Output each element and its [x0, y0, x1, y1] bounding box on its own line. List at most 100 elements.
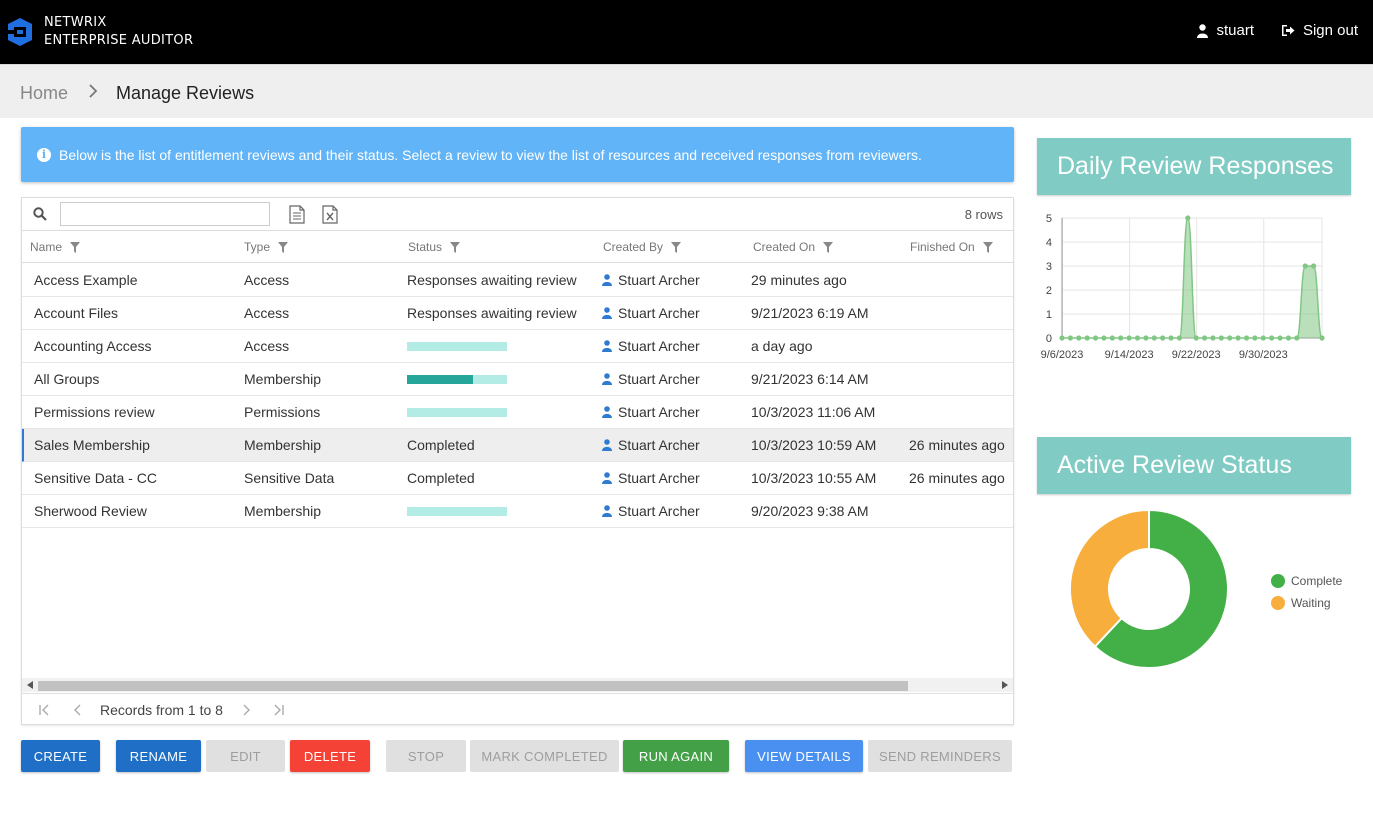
run-again-button[interactable]: RUN AGAIN — [623, 740, 729, 772]
table-row[interactable]: Account Files Access Responses awaiting re… — [22, 297, 1013, 330]
legend-item[interactable]: Complete — [1271, 570, 1342, 592]
column-header-status[interactable]: Status — [408, 240, 461, 254]
info-banner: i Below is the list of entitlement revie… — [21, 127, 1014, 182]
column-header-created-by[interactable]: Created By — [603, 240, 682, 254]
data-point — [1109, 335, 1115, 341]
scroll-left-icon[interactable] — [27, 681, 33, 689]
export-document-icon[interactable] — [289, 205, 305, 224]
cell-created-by: Stuart Archer — [602, 305, 700, 321]
column-header-finished-on[interactable]: Finished On — [910, 240, 993, 254]
y-tick-label: 5 — [1046, 213, 1052, 225]
previous-page-icon[interactable] — [72, 704, 84, 716]
data-point — [1067, 335, 1073, 341]
data-point — [1076, 335, 1082, 341]
cell-created-on: 29 minutes ago — [751, 272, 847, 288]
info-text: Below is the list of entitlement reviews… — [59, 146, 922, 163]
active-status-donut — [1069, 508, 1229, 669]
sign-out-button[interactable]: Sign out — [1281, 22, 1358, 39]
column-header-name[interactable]: Name — [30, 240, 81, 254]
daily-responses-header: Daily Review Responses — [1037, 138, 1351, 195]
creator-name: Stuart Archer — [618, 404, 700, 420]
person-icon — [602, 439, 612, 451]
delete-button[interactable]: DELETE — [290, 740, 370, 772]
search-input[interactable] — [60, 202, 270, 226]
legend-dot — [1271, 574, 1285, 588]
column-label: Status — [408, 240, 443, 254]
next-page-icon[interactable] — [240, 704, 252, 716]
cell-created-on: 9/20/2023 9:38 AM — [751, 503, 869, 519]
cell-created-on: a day ago — [751, 338, 813, 354]
grid-toolbar: 8 rows — [22, 198, 1013, 231]
data-point — [1160, 335, 1166, 341]
breadcrumb-home[interactable]: Home — [20, 83, 68, 104]
scroll-right-icon[interactable] — [1002, 681, 1008, 689]
donut-legend: Complete Waiting — [1271, 570, 1342, 614]
pager: Records from 1 to 8 — [22, 693, 1013, 725]
y-tick-label: 1 — [1046, 309, 1052, 321]
person-icon — [602, 406, 612, 418]
y-tick-label: 3 — [1046, 261, 1052, 273]
person-icon — [602, 307, 612, 319]
column-header-type[interactable]: Type — [244, 240, 289, 254]
cell-name: Sales Membership — [34, 437, 150, 453]
creator-name: Stuart Archer — [618, 305, 700, 321]
table-row[interactable]: Access Example Access Responses awaiting r… — [22, 264, 1013, 297]
legend-dot — [1271, 596, 1285, 610]
last-page-icon[interactable] — [273, 704, 285, 716]
y-tick-label: 4 — [1046, 237, 1052, 249]
cell-name: Permissions review — [34, 404, 155, 420]
filter-icon[interactable] — [278, 241, 289, 253]
cell-name: Sensitive Data - CC — [34, 470, 157, 486]
cell-status: Completed — [407, 437, 475, 453]
data-point — [1143, 335, 1149, 341]
x-tick-label: 9/22/2023 — [1172, 349, 1221, 361]
filter-icon[interactable] — [823, 241, 834, 253]
table-row[interactable]: All Groups Membership Stuart Archer 9/21/20… — [22, 363, 1013, 396]
user-menu[interactable]: stuart — [1197, 22, 1254, 39]
cell-created-by: Stuart Archer — [602, 338, 700, 354]
first-page-icon[interactable] — [38, 704, 50, 716]
send-reminders-button[interactable]: SEND REMINDERS — [868, 740, 1012, 772]
table-row[interactable]: Permissions review Permissions Stuart Arch… — [22, 396, 1013, 429]
filter-icon[interactable] — [70, 241, 81, 253]
view-details-button[interactable]: VIEW DETAILS — [745, 740, 863, 772]
column-label: Finished On — [910, 240, 975, 254]
stop-button[interactable]: STOP — [386, 740, 466, 772]
create-button[interactable]: CREATE — [21, 740, 100, 772]
cell-type: Access — [244, 272, 290, 288]
filter-icon[interactable] — [671, 241, 682, 253]
data-point — [1210, 335, 1216, 341]
data-point — [1092, 335, 1099, 341]
data-point — [1269, 335, 1275, 341]
scrollbar-thumb[interactable] — [38, 681, 908, 691]
cell-status: Responses awaiting review — [407, 305, 577, 321]
rename-button[interactable]: RENAME — [116, 740, 201, 772]
table-row[interactable]: Accounting Access Access Stuart Archer a da… — [22, 330, 1013, 363]
creator-name: Stuart Archer — [618, 503, 700, 519]
data-point — [1176, 335, 1183, 341]
creator-name: Stuart Archer — [618, 470, 700, 486]
export-excel-icon[interactable] — [322, 205, 338, 224]
table-row[interactable]: Sherwood Review Membership Stuart Archer 9/… — [22, 495, 1013, 528]
cell-name: Accounting Access — [34, 338, 152, 354]
column-label: Created On — [753, 240, 816, 254]
cell-type: Membership — [244, 437, 322, 453]
edit-button[interactable]: EDIT — [206, 740, 285, 772]
table-row[interactable]: Sales Membership Membership Completed Stuar… — [22, 429, 1013, 462]
cell-created-on: 9/21/2023 6:19 AM — [751, 305, 869, 321]
column-label: Name — [30, 240, 63, 254]
sign-out-icon — [1281, 25, 1295, 36]
mark-completed-button[interactable]: MARK COMPLETED — [470, 740, 619, 772]
filter-icon[interactable] — [450, 241, 461, 253]
person-icon — [602, 373, 612, 385]
column-label: Type — [244, 240, 271, 254]
donut-slice-waiting[interactable] — [1069, 508, 1150, 649]
legend-item[interactable]: Waiting — [1271, 592, 1342, 614]
data-point — [1084, 335, 1090, 341]
filter-icon[interactable] — [982, 241, 993, 253]
horizontal-scrollbar[interactable] — [22, 678, 1013, 692]
table-row[interactable]: Sensitive Data - CC Sensitive Data Complet… — [22, 462, 1013, 495]
cell-status: Responses awaiting review — [407, 272, 577, 288]
column-header-created-on[interactable]: Created On — [753, 240, 834, 254]
data-point — [1294, 335, 1300, 341]
